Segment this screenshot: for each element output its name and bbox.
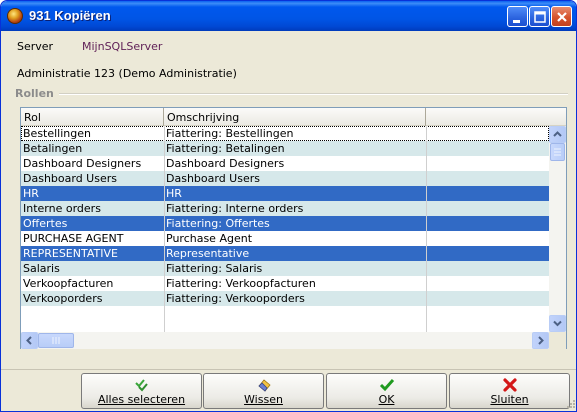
close-window-button[interactable] <box>551 6 572 27</box>
arrow-down-icon <box>553 320 562 327</box>
eraser-icon <box>258 379 271 392</box>
close-label: Sluiten <box>490 393 529 406</box>
arrow-up-icon <box>553 131 562 137</box>
table-row[interactable]: Offertes Fiattering: Offertes <box>21 216 549 231</box>
cell-omschrijving: Representative <box>166 247 250 260</box>
cell-omschrijving: Fiattering: Bestellingen <box>166 127 294 140</box>
cell-omschrijving: HR <box>166 187 182 200</box>
cell-omschrijving: Fiattering: Verkoopfacturen <box>166 277 316 290</box>
table-row[interactable]: Dashboard Designers Dashboard Designers <box>21 156 549 171</box>
cell-rol: Interne orders <box>23 202 101 215</box>
select-all-icon <box>135 379 148 392</box>
cell-omschrijving: Fiattering: Salaris <box>166 262 263 275</box>
cell-omschrijving: Purchase Agent <box>166 232 253 245</box>
close-icon <box>557 12 567 22</box>
column-header-empty[interactable] <box>426 108 566 126</box>
roles-grid[interactable]: Rol Omschrijving Bestellingen Fiattering:… <box>20 107 567 349</box>
select-all-label: Alles selecteren <box>97 393 186 406</box>
arrow-right-icon <box>538 336 544 345</box>
server-label: Server <box>17 40 54 53</box>
ok-label: OK <box>378 393 395 406</box>
horizontal-scroll-thumb[interactable] <box>38 333 74 348</box>
cell-omschrijving: Fiattering: Offertes <box>166 217 270 230</box>
cell-rol: Dashboard Designers <box>23 157 142 170</box>
grip-icon <box>52 337 60 344</box>
scroll-left-button[interactable] <box>21 332 38 349</box>
clear-label: Wissen <box>244 393 283 406</box>
checkmark-icon <box>379 379 395 392</box>
cell-rol: PURCHASE AGENT <box>23 232 124 245</box>
table-row[interactable]: Betalingen Fiattering: Betalingen <box>21 141 549 156</box>
grid-rows: Bestellingen Fiattering: Bestellingen Beta… <box>21 126 549 332</box>
scroll-up-button[interactable] <box>549 126 566 143</box>
table-row[interactable]: Interne orders Fiattering: Interne orders <box>21 201 549 216</box>
scroll-corner <box>549 332 566 349</box>
horizontal-scrollbar[interactable] <box>21 332 549 349</box>
cell-rol: Offertes <box>23 217 68 230</box>
minimize-icon <box>513 20 520 23</box>
cell-rol: Bestellingen <box>23 127 91 140</box>
server-value: MijnSQLServer <box>82 40 163 53</box>
cell-rol: REPRESENTATIVE <box>23 247 118 260</box>
cell-omschrijving: Dashboard Designers <box>166 157 285 170</box>
cell-rol: Salaris <box>23 262 60 275</box>
window-title: 931 Kopiëren <box>29 8 111 23</box>
grid-header: Rol Omschrijving <box>21 108 566 126</box>
clear-button[interactable]: Wissen <box>203 373 324 409</box>
grip-icon <box>554 148 561 156</box>
red-x-icon <box>503 378 517 392</box>
table-row[interactable]: Verkooporders Fiattering: Verkooporders <box>21 291 549 306</box>
table-row[interactable]: PURCHASE AGENT Purchase Agent <box>21 231 549 246</box>
dialog-window: 931 Kopiëren Server MijnSQLServer Admini… <box>0 0 577 412</box>
title-bar[interactable]: 931 Kopiëren <box>1 1 576 31</box>
ok-button[interactable]: OK <box>326 373 447 409</box>
cell-rol: Betalingen <box>23 142 83 155</box>
arrow-left-icon <box>26 336 32 345</box>
select-all-button[interactable]: Alles selecteren <box>81 373 202 409</box>
minimize-button[interactable] <box>507 6 528 27</box>
column-header-rol[interactable]: Rol <box>21 108 164 126</box>
table-row[interactable]: Bestellingen Fiattering: Bestellingen <box>21 126 549 141</box>
resize-grip-icon[interactable] <box>564 399 576 411</box>
vertical-scroll-thumb[interactable] <box>550 143 565 161</box>
cell-rol: Dashboard Users <box>23 172 117 185</box>
app-globe-icon[interactable] <box>7 8 23 24</box>
cell-rol: Verkoopfacturen <box>23 277 114 290</box>
table-row[interactable]: Verkoopfacturen Fiattering: Verkoopfactur… <box>21 276 549 291</box>
maximize-icon <box>534 11 546 23</box>
maximize-button[interactable] <box>529 6 550 27</box>
roles-group-label: Rollen <box>15 87 54 100</box>
vertical-scrollbar[interactable] <box>549 126 566 332</box>
group-divider <box>59 93 568 95</box>
cell-rol: Verkooporders <box>23 292 103 305</box>
table-row[interactable]: HR HR <box>21 186 549 201</box>
cell-rol: HR <box>23 187 39 200</box>
close-button[interactable]: Sluiten <box>449 373 570 409</box>
administration-label: Administratie 123 (Demo Administratie) <box>17 67 237 80</box>
table-row[interactable]: REPRESENTATIVE Representative <box>21 246 549 261</box>
scroll-right-button[interactable] <box>532 332 549 349</box>
table-row[interactable]: Salaris Fiattering: Salaris <box>21 261 549 276</box>
column-divider <box>164 126 165 332</box>
cell-omschrijving: Fiattering: Verkooporders <box>166 292 305 305</box>
table-row[interactable]: Dashboard Users Dashboard Users <box>21 171 549 186</box>
column-header-omschrijving[interactable]: Omschrijving <box>164 108 426 126</box>
cell-omschrijving: Fiattering: Interne orders <box>166 202 304 215</box>
cell-omschrijving: Fiattering: Betalingen <box>166 142 285 155</box>
column-divider <box>426 126 427 332</box>
cell-omschrijving: Dashboard Users <box>166 172 260 185</box>
scroll-down-button[interactable] <box>549 315 566 332</box>
